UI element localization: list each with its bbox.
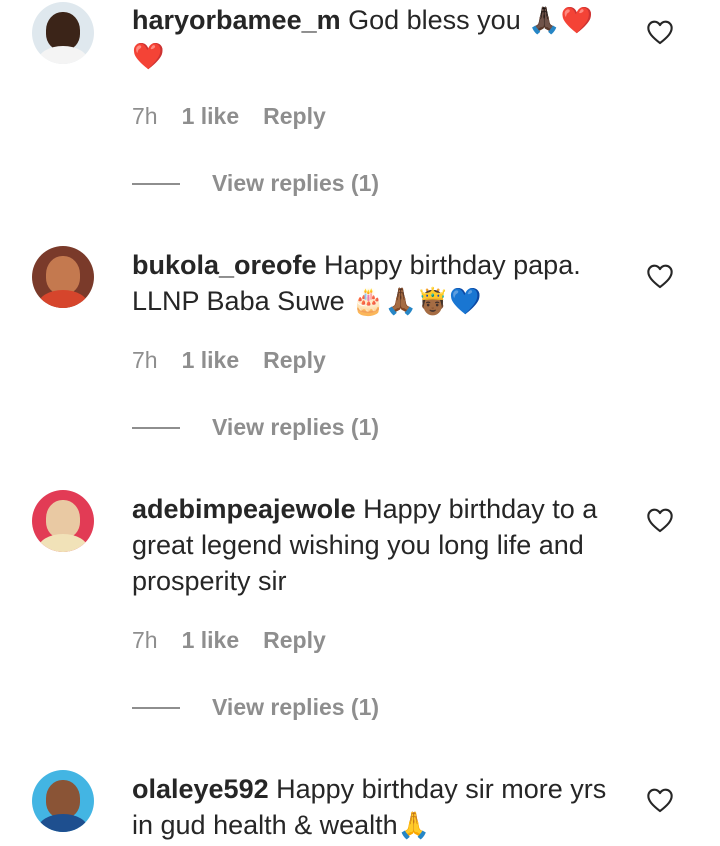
heart-icon[interactable] [646, 19, 674, 45]
comment-likes[interactable]: 1 like [182, 627, 240, 654]
comment-emojis: 🙏 [397, 810, 431, 840]
comment-username[interactable]: olaleye592 [132, 774, 269, 804]
reply-button[interactable]: Reply [263, 627, 326, 654]
avatar[interactable] [32, 246, 94, 308]
divider-line [132, 426, 180, 429]
comment-text: adebimpeajewole Happy birthday to a grea… [132, 491, 622, 599]
view-replies-button[interactable]: View replies (1) [132, 170, 379, 197]
comment-emojis: 🎂🙏🏾🤴🏾💙 [352, 286, 482, 316]
comment-username[interactable]: haryorbamee_m [132, 5, 341, 35]
reply-button[interactable]: Reply [263, 103, 326, 130]
view-replies-label: View replies (1) [212, 414, 380, 440]
view-replies-button[interactable]: View replies (1) [132, 414, 379, 441]
view-replies-label: View replies (1) [212, 170, 380, 196]
comment-time: 7h [132, 347, 158, 373]
view-replies-label: View replies (1) [212, 694, 380, 720]
comment-meta: 7h 1 like Reply [132, 347, 326, 374]
comment-text: olaleye592 Happy birthday sir more yrs i… [132, 771, 622, 843]
avatar[interactable] [32, 490, 94, 552]
avatar[interactable] [32, 2, 94, 64]
avatar[interactable] [32, 770, 94, 832]
divider-line [132, 706, 180, 709]
divider-line [132, 182, 180, 185]
comment-time: 7h [132, 103, 158, 129]
comment-likes[interactable]: 1 like [182, 103, 240, 130]
comment-meta: 7h 1 like Reply [132, 627, 326, 654]
heart-icon[interactable] [646, 787, 674, 813]
comment-username[interactable]: adebimpeajewole [132, 494, 356, 524]
comment-time: 7h [132, 627, 158, 653]
reply-button[interactable]: Reply [263, 347, 326, 374]
comment-username[interactable]: bukola_oreofe [132, 250, 317, 280]
comment-likes[interactable]: 1 like [182, 347, 240, 374]
comment-text: bukola_oreofe Happy birthday papa. LLNP … [132, 247, 622, 319]
heart-icon[interactable] [646, 263, 674, 289]
comment-text: haryorbamee_m God bless you 🙏🏿❤️❤️ [132, 2, 622, 74]
comment-body: God bless you [340, 5, 529, 35]
heart-icon[interactable] [646, 507, 674, 533]
comment-meta: 7h 1 like Reply [132, 103, 326, 130]
view-replies-button[interactable]: View replies (1) [132, 694, 379, 721]
